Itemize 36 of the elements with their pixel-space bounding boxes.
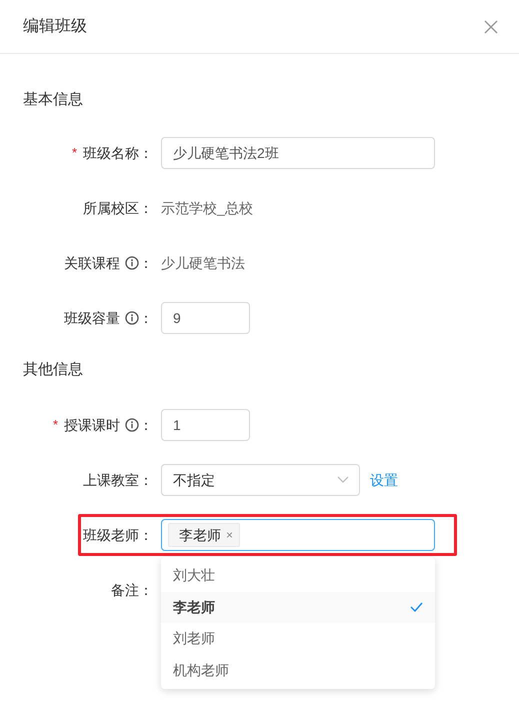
required-mark: * (72, 144, 77, 162)
label-colon: ： (139, 416, 153, 434)
field-value: 示范学校_总校 (161, 198, 253, 218)
field-label: 备注 (111, 580, 139, 600)
selected-tag: 李老师 × (168, 523, 240, 547)
multi-select-field[interactable]: 李老师 × (161, 519, 435, 551)
required-mark: * (52, 416, 58, 434)
dialog-title: 编辑班级 (23, 16, 87, 36)
field-label: 班级名称 (83, 144, 139, 162)
dropdown-option[interactable]: 李老师 (161, 592, 435, 623)
label-colon: ： (139, 198, 153, 218)
dropdown-option[interactable]: 机构老师 (161, 654, 435, 686)
field-label: 上课教室 (83, 470, 139, 490)
input-field[interactable]: 9 (161, 302, 250, 334)
label-colon: ： (139, 308, 153, 328)
field-label: 班级老师 (83, 526, 139, 544)
label-colon: ： (139, 144, 153, 162)
section-heading: 其他信息 (22, 360, 84, 380)
label-colon: ： (139, 254, 153, 272)
check-icon (410, 602, 423, 612)
field-label: 班级容量 (64, 308, 120, 328)
close-icon[interactable] (484, 20, 498, 34)
field-label: 所属校区 (83, 198, 139, 218)
label-colon: ： (139, 526, 153, 544)
label-colon: ： (139, 580, 153, 600)
select-field[interactable]: 不指定 (161, 464, 360, 496)
section-heading: 基本信息 (22, 90, 84, 110)
input-field[interactable]: 1 (161, 409, 250, 441)
field-value: 少儿硬笔书法 (161, 254, 245, 272)
input-field[interactable]: 少儿硬笔书法2班 (161, 137, 435, 169)
dropdown-option[interactable]: 刘老师 (161, 623, 435, 654)
caret-icon (337, 476, 349, 484)
label-colon: ： (139, 470, 153, 490)
field-label: 关联课程 (64, 254, 120, 272)
dropdown-option[interactable]: 刘大壮 (161, 560, 435, 592)
field-label: 授课课时 (64, 416, 120, 434)
